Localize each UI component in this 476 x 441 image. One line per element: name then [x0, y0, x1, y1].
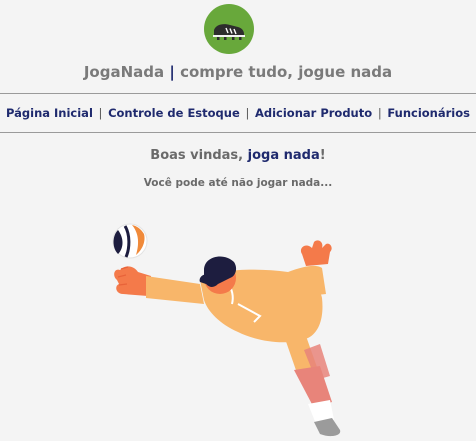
top-divider: [0, 93, 476, 94]
nav-link-controle-de-estoque[interactable]: Controle de Estoque: [108, 106, 240, 120]
nav-separator: |: [377, 106, 382, 120]
brand-slogan: compre tudo, jogue nada: [180, 63, 393, 81]
nav-link-pagina-inicial[interactable]: Página Inicial: [6, 106, 93, 120]
username: joga nada: [247, 148, 320, 163]
welcome-prefix: Boas vindas,: [150, 148, 248, 163]
tagline: Você pode até não jogar nada...: [143, 177, 333, 189]
nav-link-funcionarios[interactable]: Funcionários: [387, 106, 470, 120]
nav-separator: |: [245, 106, 250, 120]
bottom-divider: [0, 132, 476, 133]
goalkeeper-diving-illustration: [108, 220, 348, 441]
brand-title: JogaNada | compre tudo, jogue nada: [0, 63, 476, 81]
brand-separator: |: [169, 63, 175, 81]
welcome-suffix: !: [319, 148, 326, 163]
main-nav: Página Inicial | Controle de Estoque | A…: [0, 106, 476, 120]
page: JogaNada | compre tudo, jogue nada Págin…: [0, 0, 476, 441]
nav-separator: |: [98, 106, 103, 120]
soccer-ball-icon: [112, 223, 148, 259]
brand-name: JogaNada: [83, 63, 165, 81]
soccer-cleat-icon: [204, 4, 254, 54]
nav-link-adicionar-produto[interactable]: Adicionar Produto: [255, 106, 372, 120]
welcome-heading: Boas vindas, joga nada!: [0, 148, 476, 163]
